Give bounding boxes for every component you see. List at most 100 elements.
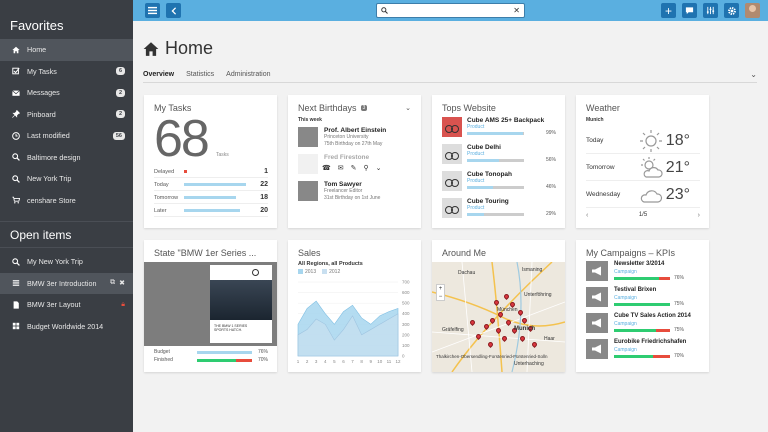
birthday-item[interactable]: Tom Sawyer Freelancer Editor 31st Birthd… bbox=[298, 181, 412, 201]
back-button[interactable] bbox=[166, 3, 181, 18]
search-input[interactable] bbox=[391, 7, 514, 14]
chevron-left-icon[interactable]: ‹ bbox=[586, 212, 588, 219]
tasks-total: 68 bbox=[154, 110, 210, 168]
tab-overview[interactable]: Overview bbox=[143, 69, 174, 83]
week-label: This week bbox=[298, 117, 322, 123]
sidebar-item-my-tasks[interactable]: My Tasks 6 bbox=[0, 61, 133, 83]
chevron-right-icon[interactable]: › bbox=[698, 212, 700, 219]
map-label: Dachau bbox=[458, 270, 476, 276]
x-tick-label: 9 bbox=[369, 359, 372, 364]
chart-legend: 2013 2012 bbox=[298, 269, 340, 275]
grid-icon bbox=[10, 322, 21, 330]
task-row-delayed[interactable]: Delayed 1 bbox=[154, 166, 268, 178]
external-link-icon[interactable]: ⧉ bbox=[110, 279, 115, 287]
add-button[interactable]: + bbox=[661, 3, 676, 18]
menu-button[interactable] bbox=[145, 3, 160, 18]
website-item[interactable]: Cube AMS 25+ Backpack Product 99% bbox=[442, 117, 556, 139]
sidebar-item-censhare-store[interactable]: censhare Store bbox=[0, 190, 133, 212]
page-title-text: Home bbox=[165, 38, 214, 58]
progress-bar bbox=[467, 132, 524, 135]
open-item-my-new-york-trip[interactable]: My New York Trip bbox=[0, 251, 133, 273]
task-row-later[interactable]: Later 20 bbox=[154, 205, 268, 217]
chevron-down-icon[interactable]: ⌄ bbox=[376, 164, 382, 172]
count-badge: 56 bbox=[112, 131, 125, 140]
sidebar-item-messages[interactable]: Messages 2 bbox=[0, 82, 133, 104]
person-photo bbox=[298, 154, 318, 174]
x-tick-label: 5 bbox=[333, 359, 336, 364]
next-birthdays-card: Next Birthdays 3 ⌄ This week Prof. Alber… bbox=[288, 95, 421, 228]
settings-button[interactable] bbox=[724, 3, 739, 18]
clear-search-icon[interactable]: ✕ bbox=[513, 6, 520, 15]
card-title: My Campaigns – KPIs bbox=[586, 248, 676, 258]
user-avatar[interactable] bbox=[745, 3, 760, 18]
zoom-controls[interactable]: + − bbox=[436, 284, 445, 301]
megaphone-icon bbox=[586, 339, 608, 359]
campaign-item[interactable]: Newsletter 3/2014 Campaign 76% bbox=[586, 261, 700, 285]
x-tick-label: 6 bbox=[342, 359, 345, 364]
sales-chart: 01002003004005006007001 2 3 4 5 6 7 8 9 10 11 12 bbox=[297, 280, 410, 365]
task-row-tomorrow[interactable]: Tomorrow 18 bbox=[154, 192, 268, 204]
sidebar-item-label: Last modified bbox=[27, 131, 70, 141]
y-tick-label: 700 bbox=[402, 280, 410, 285]
x-tick-label: 11 bbox=[387, 359, 392, 364]
budget-row: Budget 76% bbox=[154, 349, 268, 355]
task-bar bbox=[184, 183, 246, 186]
task-row-today[interactable]: Today 22 bbox=[154, 179, 268, 191]
x-tick-label: 8 bbox=[360, 359, 363, 364]
phone-icon[interactable]: ☎ bbox=[322, 164, 331, 172]
x-tick-label: 7 bbox=[351, 359, 354, 364]
progress-bar bbox=[614, 355, 670, 358]
campaign-item[interactable]: Cube TV Sales Action 2014 Campaign 75% bbox=[586, 313, 700, 337]
home-icon bbox=[143, 41, 159, 56]
tab-statistics[interactable]: Statistics bbox=[186, 69, 214, 83]
messages-button[interactable] bbox=[682, 3, 697, 18]
open-item-bmw-3er-introduction[interactable]: BMW 3er Introduction ⧉ ✖ bbox=[0, 272, 133, 294]
plus-icon: + bbox=[664, 3, 672, 18]
website-item[interactable]: Cube Tonopah Product 46% bbox=[442, 171, 556, 193]
chevron-down-icon[interactable]: ⌄ bbox=[750, 70, 757, 79]
zoom-out-icon[interactable]: − bbox=[437, 293, 444, 301]
website-item[interactable]: Cube Delhi Product 56% bbox=[442, 144, 556, 166]
map-label: Haar bbox=[544, 336, 555, 342]
y-tick-label: 600 bbox=[402, 290, 410, 295]
person-placeholder-icon bbox=[298, 181, 318, 201]
link-icon[interactable]: ⚲ bbox=[363, 164, 368, 172]
map-label: Thalkirchen-Obersendling-Forstenried-Für… bbox=[436, 354, 548, 359]
sales-card: Sales All Regions, all Products 2013 201… bbox=[288, 240, 421, 372]
birthday-actions: ☎ ✉ ✎ ⚲ ⌄ bbox=[322, 164, 382, 172]
sidebar-item-baltimore-design[interactable]: Baltimore design bbox=[0, 147, 133, 169]
open-item-budget-worldwide-2014[interactable]: Budget Worldwide 2014 bbox=[0, 316, 133, 338]
pin-icon[interactable]: ✎ bbox=[351, 164, 357, 172]
sidebar-item-home[interactable]: Home bbox=[0, 39, 133, 61]
envelope-icon[interactable]: ✉ bbox=[338, 164, 344, 172]
around-me-card: Around Me Dachau Ismaning Unterföhring M… bbox=[432, 240, 565, 372]
sidebar-item-new-york-trip[interactable]: New York Trip bbox=[0, 168, 133, 190]
page-title: Home bbox=[143, 38, 213, 59]
birthday-item[interactable]: Prof. Albert Einstein Princeton Universi… bbox=[298, 127, 412, 147]
filter-button[interactable] bbox=[703, 3, 718, 18]
map-view[interactable]: Dachau Ismaning Unterföhring München Mun… bbox=[432, 262, 565, 372]
campaigns-card: My Campaigns – KPIs Newsletter 3/2014 Ca… bbox=[576, 240, 709, 372]
close-icon[interactable]: ✖ bbox=[119, 279, 125, 287]
clock-icon bbox=[10, 131, 21, 140]
chevron-down-icon[interactable]: ⌄ bbox=[405, 104, 411, 112]
tab-administration[interactable]: Administration bbox=[226, 69, 270, 83]
map-label: Unterhaching bbox=[514, 361, 544, 367]
sidebar-item-pinboard[interactable]: Pinboard 2 bbox=[0, 104, 133, 126]
sidebar-item-last-modified[interactable]: Last modified 56 bbox=[0, 125, 133, 147]
count-badge: 2 bbox=[115, 110, 125, 119]
hamburger-icon bbox=[148, 6, 157, 15]
website-item[interactable]: Cube Touring Product 29% bbox=[442, 198, 556, 220]
sidebar-item-label: New York Trip bbox=[27, 174, 72, 184]
campaign-item[interactable]: Testival Brixen Campaign 75% bbox=[586, 287, 700, 311]
task-bar bbox=[184, 196, 236, 199]
progress-bar bbox=[614, 277, 670, 280]
open-item-bmw-3er-layout[interactable]: BMW 3er Layout 🔒︎ bbox=[0, 294, 133, 316]
zoom-in-icon[interactable]: + bbox=[437, 285, 444, 293]
brochure-preview[interactable]: THE BMW 1 SERIES SPORTS HATCH. bbox=[144, 262, 277, 346]
lock-icon: 🔒︎ bbox=[121, 300, 125, 308]
product-thumbnail bbox=[442, 117, 462, 137]
x-tick-label: 10 bbox=[377, 359, 383, 364]
progress-bar bbox=[197, 358, 252, 362]
campaign-item[interactable]: Eurobike Friedrichshafen Campaign 70% bbox=[586, 339, 700, 363]
